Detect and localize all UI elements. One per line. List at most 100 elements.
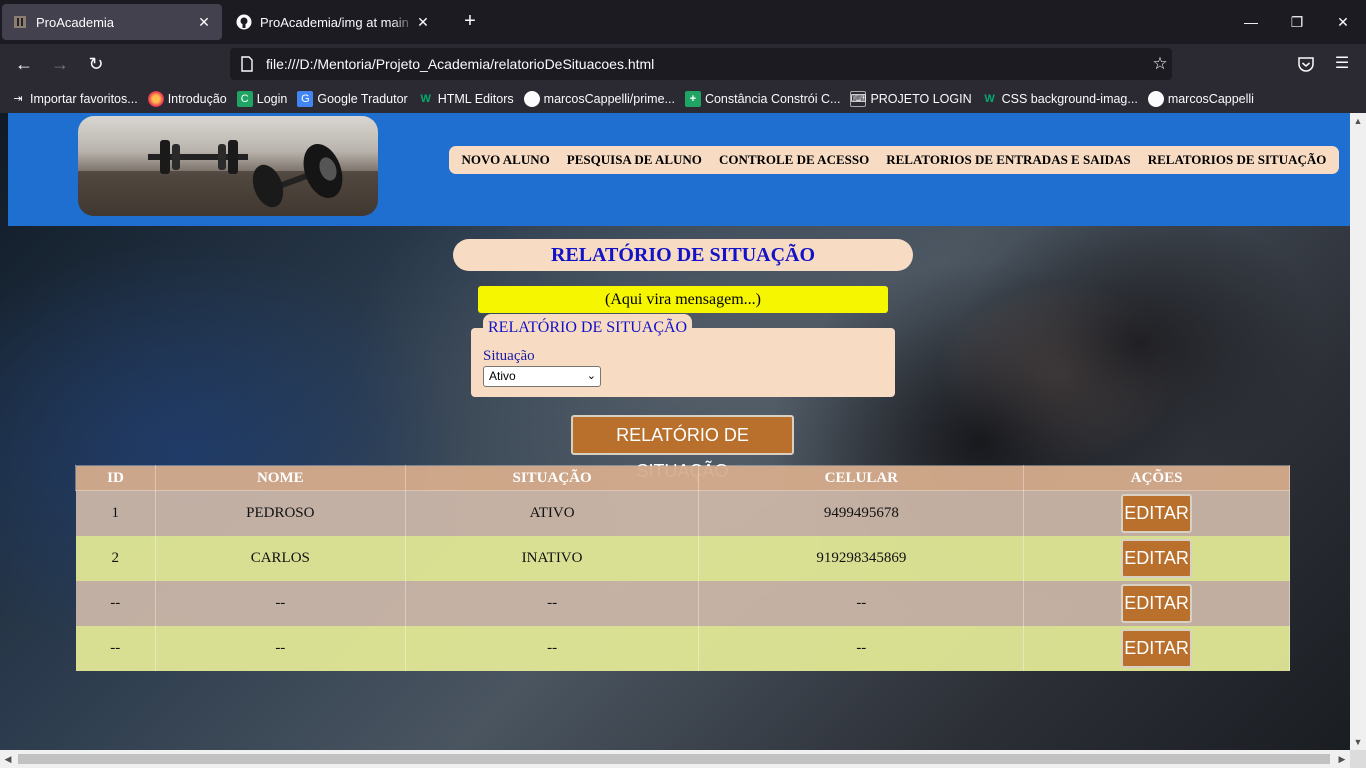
- cell-id: 1: [75, 490, 156, 536]
- bookmark-google-tradutor[interactable]: G Google Tradutor: [297, 90, 408, 107]
- menu-icon[interactable]: ☰: [1328, 52, 1356, 76]
- cell-nome: CARLOS: [155, 535, 406, 581]
- bookmark-label: Constância Constrói C...: [704, 91, 841, 106]
- header-situacao: SITUAÇÃO: [404, 465, 700, 491]
- github-icon: [236, 14, 252, 30]
- bookmark-import[interactable]: ⇥ Importar favoritos...: [10, 91, 138, 107]
- bookmark-label: PROJETO LOGIN: [870, 91, 972, 106]
- bookmark-html-editors[interactable]: W HTML Editors: [418, 91, 514, 107]
- tab-bar: ProAcademia ✕ ProAcademia/img at main · …: [0, 0, 1366, 44]
- cell-celular: --: [698, 580, 1025, 626]
- bookmark-label: Importar favoritos...: [30, 91, 138, 106]
- vertical-scrollbar[interactable]: ▲ ▼: [1350, 113, 1366, 750]
- w3schools-icon: W: [420, 92, 431, 105]
- bookmark-constancia[interactable]: + Constância Constrói C...: [684, 90, 841, 107]
- header-acoes: AÇÕES: [1023, 465, 1290, 491]
- table-row: 1 PEDROSO ATIVO 9499495678 EDITAR: [75, 490, 1290, 536]
- pocket-icon[interactable]: [1292, 52, 1320, 76]
- bookmark-introducao[interactable]: Introdução: [147, 90, 227, 107]
- scroll-right-icon[interactable]: ▶: [1334, 751, 1350, 767]
- main-menu: NOVO ALUNO PESQUISA DE ALUNO CONTROLE DE…: [449, 146, 1339, 174]
- close-tab-icon[interactable]: ✕: [415, 14, 431, 31]
- tab-proacademia[interactable]: ProAcademia ✕: [2, 4, 222, 40]
- cell-acoes: EDITAR: [1023, 535, 1290, 581]
- bookmark-label: Login: [256, 91, 288, 106]
- new-tab-button[interactable]: +: [458, 10, 482, 34]
- back-icon[interactable]: ←: [10, 52, 38, 76]
- import-icon: ⇥: [13, 93, 23, 105]
- edit-button[interactable]: EDITAR: [1121, 628, 1193, 668]
- cell-situacao: --: [405, 580, 700, 626]
- cell-id: --: [75, 625, 156, 671]
- header-id: ID: [75, 465, 156, 491]
- bookmark-projeto-login[interactable]: ⌨ PROJETO LOGIN: [850, 90, 972, 107]
- table-row: 2 CARLOS INATIVO 919298345869 EDITAR: [75, 535, 1290, 581]
- menu-controle-acesso[interactable]: CONTROLE DE ACESSO: [719, 152, 869, 168]
- bookmark-marcoscappelli[interactable]: marcosCappelli: [1147, 90, 1254, 107]
- chevron-down-icon: ⌄: [586, 370, 596, 382]
- close-tab-icon[interactable]: ✕: [196, 14, 212, 31]
- bookmark-label: Introdução: [167, 91, 227, 106]
- close-window-icon[interactable]: ✕: [1320, 0, 1366, 44]
- w3schools-icon: W: [984, 92, 995, 105]
- bookmark-css-background[interactable]: W CSS background-imag...: [982, 91, 1137, 107]
- scrollbar-corner: [1350, 750, 1366, 768]
- github-icon: [1147, 90, 1164, 107]
- form-legend: RELATÓRIO DE SITUAÇÃO: [483, 314, 693, 341]
- edit-button[interactable]: EDITAR: [1121, 493, 1193, 533]
- cell-celular: 919298345869: [698, 535, 1025, 581]
- tab-title: ProAcademia/img at main · ma: [260, 14, 415, 30]
- header-nome: NOME: [154, 465, 406, 491]
- students-table: ID NOME SITUAÇÃO CELULAR AÇÕES 1 PEDROSO…: [75, 465, 1290, 671]
- scroll-up-icon[interactable]: ▲: [1350, 113, 1366, 129]
- bookmark-label: HTML Editors: [437, 91, 514, 106]
- cell-acoes: EDITAR: [1023, 625, 1290, 671]
- translate-icon: G: [297, 90, 314, 107]
- reload-icon[interactable]: ↻: [82, 52, 110, 76]
- cell-situacao: --: [405, 625, 700, 671]
- cell-situacao: INATIVO: [405, 535, 700, 581]
- message-banner: (Aqui vira mensagem...): [478, 286, 888, 313]
- situacao-label: Situação: [483, 348, 535, 364]
- header-celular: CELULAR: [698, 465, 1025, 491]
- select-value: Ativo: [489, 369, 516, 383]
- menu-pesquisa-aluno[interactable]: PESQUISA DE ALUNO: [567, 152, 702, 168]
- situacao-select[interactable]: Ativo ⌄: [483, 366, 601, 387]
- bookmark-label: marcosCappelli: [1167, 91, 1254, 106]
- menu-relatorios-entradas-saidas[interactable]: RELATORIOS DE ENTRADAS E SAIDAS: [886, 152, 1130, 168]
- plus-icon: +: [684, 90, 701, 107]
- page-icon: [240, 56, 256, 72]
- forward-icon[interactable]: →: [46, 52, 74, 76]
- edit-button[interactable]: EDITAR: [1121, 583, 1193, 623]
- minimize-icon[interactable]: —: [1228, 0, 1274, 44]
- scrollbar-thumb[interactable]: [18, 754, 1330, 764]
- edit-button[interactable]: EDITAR: [1121, 538, 1193, 578]
- bookmark-login[interactable]: C Login: [236, 90, 288, 107]
- cell-nome: --: [155, 625, 406, 671]
- scroll-left-icon[interactable]: ◀: [0, 751, 16, 767]
- url-text: file:///D:/Mentoria/Projeto_Academia/rel…: [266, 56, 655, 72]
- keyboard-icon: ⌨: [850, 90, 867, 107]
- navigation-bar: ← → ↻ file:///D:/Mentoria/Projeto_Academ…: [0, 44, 1366, 84]
- scroll-down-icon[interactable]: ▼: [1350, 734, 1366, 750]
- tab-title: ProAcademia: [36, 14, 115, 30]
- cell-acoes: EDITAR: [1023, 490, 1290, 536]
- cell-id: --: [75, 580, 156, 626]
- cell-situacao: ATIVO: [405, 490, 700, 536]
- tab-github[interactable]: ProAcademia/img at main · ma ✕: [226, 4, 441, 40]
- gym-favicon-icon: [12, 14, 28, 30]
- cell-id: 2: [75, 535, 156, 581]
- cell-acoes: EDITAR: [1023, 580, 1290, 626]
- bookmark-star-icon[interactable]: ☆: [1148, 54, 1172, 74]
- bookmarks-toolbar: ⇥ Importar favoritos... Introdução C Login…: [0, 84, 1366, 113]
- restore-icon[interactable]: ❐: [1274, 0, 1320, 44]
- bookmark-marcoscappelli-prime[interactable]: marcosCappelli/prime...: [523, 90, 675, 107]
- page-viewport: NOVO ALUNO PESQUISA DE ALUNO CONTROLE DE…: [0, 113, 1350, 750]
- generate-report-button[interactable]: RELATÓRIO DE SITUAÇÃO: [571, 415, 794, 481]
- menu-novo-aluno[interactable]: NOVO ALUNO: [462, 152, 550, 168]
- horizontal-scrollbar[interactable]: ◀ ▶: [0, 750, 1350, 768]
- address-bar[interactable]: file:///D:/Mentoria/Projeto_Academia/rel…: [230, 48, 1172, 80]
- dumbbell-logo: [78, 116, 378, 216]
- menu-relatorios-situacao[interactable]: RELATORIOS DE SITUAÇÃO: [1148, 152, 1327, 168]
- site-header: NOVO ALUNO PESQUISA DE ALUNO CONTROLE DE…: [8, 113, 1350, 226]
